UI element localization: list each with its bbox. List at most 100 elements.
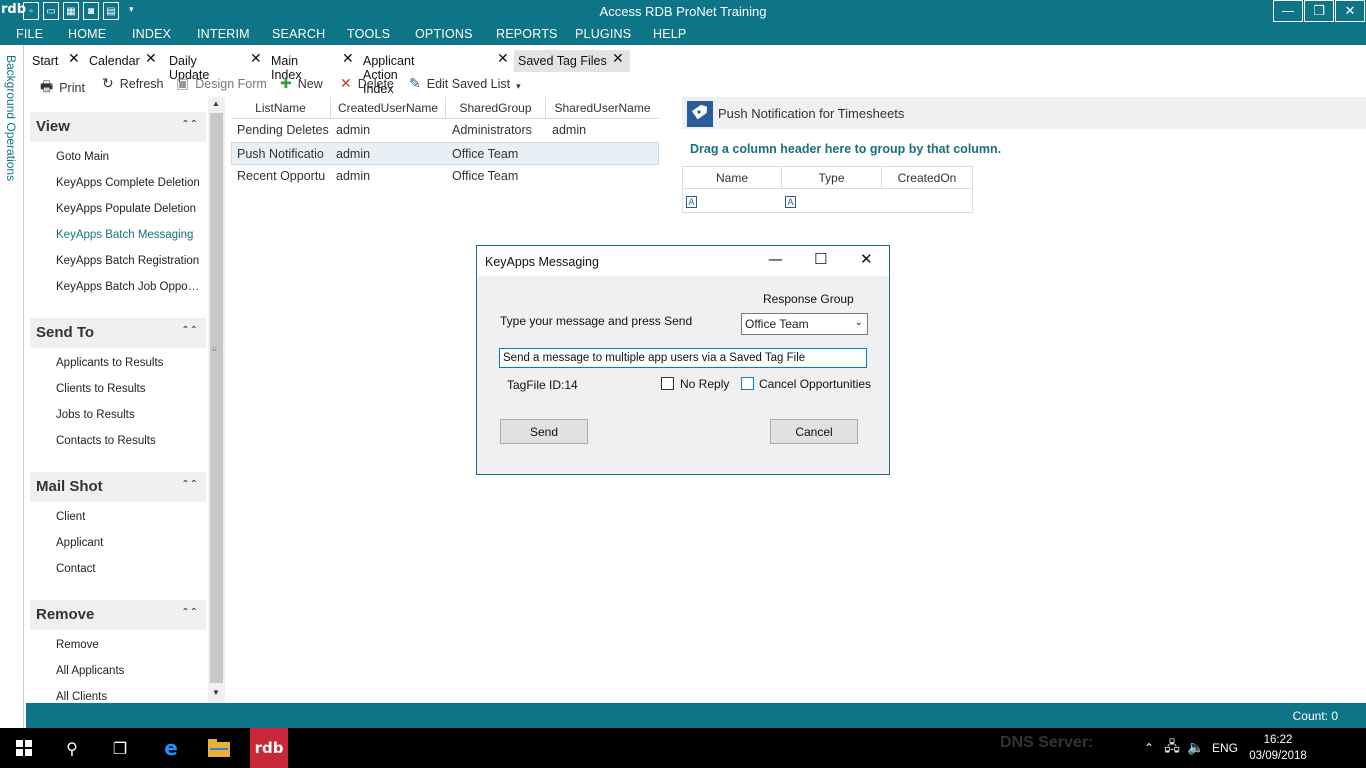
collapse-chevron-icon[interactable]: ⌃⌃	[181, 607, 198, 618]
close-button[interactable]: ✕	[1335, 0, 1365, 22]
table-row-selected[interactable]: Push Notificatio admin Office Team	[231, 142, 659, 165]
filter-icon[interactable]: A	[785, 196, 796, 208]
collapse-chevron-icon[interactable]: ⌃⌃	[181, 325, 198, 336]
minimize-button[interactable]: —	[1273, 0, 1303, 22]
folder-icon[interactable]: ▭	[43, 2, 59, 20]
scroll-down-arrow-icon[interactable]: ▼	[212, 688, 220, 697]
network-icon[interactable]: 🖧	[1160, 736, 1184, 760]
message-input[interactable]	[499, 348, 867, 368]
no-reply-label[interactable]: No Reply	[680, 377, 729, 391]
toolbar-icon-1[interactable]: ▫	[23, 2, 39, 20]
internet-explorer-icon[interactable]: e	[159, 736, 183, 760]
collapse-chevron-icon[interactable]: ⌃⌃	[181, 119, 198, 130]
nav-item-client[interactable]: Client	[56, 511, 202, 523]
menu-file[interactable]: FILE	[16, 27, 43, 41]
menu-index[interactable]: INDEX	[132, 27, 171, 41]
section-mail-shot-header[interactable]: Mail Shot ⌃⌃	[30, 472, 206, 502]
cancel-opportunities-label[interactable]: Cancel Opportunities	[759, 377, 871, 391]
close-tab-icon[interactable]: ✕	[497, 51, 509, 67]
nav-item-all-clients[interactable]: All Clients	[56, 691, 202, 703]
nav-item-applicants-to-results[interactable]: Applicants to Results	[56, 357, 202, 369]
task-view-icon[interactable]: ❐	[108, 736, 132, 760]
navigation-scrollbar[interactable]: ▲ ▼	[208, 97, 225, 703]
table-row[interactable]: Pending Deletes admin Administrators adm…	[231, 119, 659, 142]
nav-item-contact[interactable]: Contact	[56, 563, 202, 575]
tab-applicant-action-index[interactable]: Applicant Action Index	[363, 50, 414, 96]
table-row[interactable]: Recent Opportu admin Office Team	[231, 165, 659, 188]
menu-reports[interactable]: REPORTS	[496, 27, 558, 41]
calendar-icon[interactable]: ▦	[63, 2, 79, 20]
volume-muted-icon[interactable]: 🔈	[1184, 736, 1208, 760]
section-view-header[interactable]: View ⌃⌃	[30, 112, 206, 142]
filter-icon[interactable]: A	[686, 196, 697, 208]
close-tab-icon[interactable]: ✕	[68, 51, 80, 67]
send-button[interactable]: Send	[500, 419, 588, 444]
dialog-maximize-icon[interactable]: ☐	[814, 250, 827, 268]
close-tab-icon[interactable]: ✕	[250, 51, 262, 67]
scroll-up-arrow-icon[interactable]: ▲	[212, 99, 220, 108]
windows-start-icon[interactable]	[12, 736, 36, 760]
tab-start[interactable]: Start	[32, 50, 58, 72]
design-form-button[interactable]: ▣ Design Form	[176, 76, 267, 92]
contact-icon[interactable]: ◙	[83, 2, 99, 20]
background-operations-strip[interactable]: Background Operations	[0, 45, 24, 728]
column-header-type[interactable]: Type	[782, 167, 882, 189]
dialog-close-icon[interactable]: ✕	[860, 250, 873, 268]
nav-item-clients-to-results[interactable]: Clients to Results	[56, 383, 202, 395]
close-tab-icon[interactable]: ✕	[612, 51, 624, 67]
nav-item-jobs-to-results[interactable]: Jobs to Results	[56, 409, 202, 421]
nav-item-keyapps-batch-messaging[interactable]: KeyApps Batch Messaging	[56, 229, 202, 241]
menu-plugins[interactable]: PLUGINS	[575, 27, 631, 41]
restore-button[interactable]: ❐	[1304, 0, 1334, 22]
document-icon[interactable]: ▤	[103, 2, 119, 20]
column-header-createdusername[interactable]: CreatedUserName	[331, 97, 446, 119]
delete-button[interactable]: ✕ Delete	[340, 76, 394, 92]
response-group-select[interactable]: Office Team ⌄	[741, 313, 868, 335]
nav-item-keyapps-complete-deletion[interactable]: KeyApps Complete Deletion	[56, 177, 202, 189]
menu-home[interactable]: HOME	[68, 27, 106, 41]
cancel-opportunities-checkbox[interactable]	[741, 377, 754, 390]
cancel-button[interactable]: Cancel	[770, 419, 858, 444]
refresh-button[interactable]: ↻ Refresh	[102, 76, 164, 92]
column-header-listname[interactable]: ListName	[231, 97, 331, 119]
nav-item-remove[interactable]: Remove	[56, 639, 202, 651]
nav-item-all-applicants[interactable]: All Applicants	[56, 665, 202, 677]
tab-calendar[interactable]: Calendar	[89, 50, 140, 72]
menu-options[interactable]: OPTIONS	[415, 27, 473, 41]
column-header-sharedgroup[interactable]: SharedGroup	[446, 97, 546, 119]
show-hidden-icons-chevron-icon[interactable]: ⌃	[1137, 736, 1161, 760]
column-header-name[interactable]: Name	[683, 167, 782, 189]
tab-daily-update[interactable]: Daily Update	[169, 50, 209, 82]
collapse-chevron-icon[interactable]: ⌃⌃	[181, 479, 198, 490]
group-by-hint[interactable]: Drag a column header here to group by th…	[690, 142, 1001, 156]
search-icon[interactable]: ⚲	[60, 736, 84, 760]
close-tab-icon[interactable]: ✕	[145, 51, 157, 67]
menu-interim[interactable]: INTERIM	[197, 27, 250, 41]
nav-item-keyapps-batch-job-opportunity[interactable]: KeyApps Batch Job Opportunity	[56, 281, 202, 293]
new-button[interactable]: ✚ New	[280, 76, 323, 92]
menu-help[interactable]: HELP	[653, 27, 686, 41]
clock[interactable]: 16:22 03/09/2018	[1246, 732, 1310, 764]
no-reply-checkbox[interactable]	[661, 377, 674, 390]
nav-item-keyapps-populate-deletion[interactable]: KeyApps Populate Deletion	[56, 203, 202, 215]
section-remove-header[interactable]: Remove ⌃⌃	[30, 600, 206, 630]
menu-tools[interactable]: TOOLS	[347, 27, 390, 41]
customize-chevron-icon[interactable]: ▾	[129, 4, 134, 22]
scrollbar-thumb[interactable]	[210, 113, 223, 683]
column-header-createdon[interactable]: CreatedOn	[882, 167, 972, 189]
language-indicator[interactable]: ENG	[1212, 741, 1238, 755]
dialog-minimize-icon[interactable]: —	[768, 250, 783, 268]
nav-item-applicant[interactable]: Applicant	[56, 537, 202, 549]
nav-item-keyapps-batch-registration[interactable]: KeyApps Batch Registration	[56, 255, 202, 267]
menu-search[interactable]: SEARCH	[272, 27, 325, 41]
edit-saved-list-button[interactable]: ✎ Edit Saved List ▾	[409, 76, 521, 92]
close-tab-icon[interactable]: ✕	[342, 51, 354, 67]
rdb-app-icon[interactable]: rdb	[250, 728, 288, 768]
nav-item-goto-main[interactable]: Goto Main	[56, 151, 202, 163]
splitter-grip-icon[interactable]: ≡	[212, 345, 217, 354]
nav-item-contacts-to-results[interactable]: Contacts to Results	[56, 435, 202, 447]
tab-main-index[interactable]: Main Index	[271, 50, 302, 82]
column-header-sharedusername[interactable]: SharedUserName	[546, 97, 659, 119]
section-send-to-header[interactable]: Send To ⌃⌃	[30, 318, 206, 348]
file-explorer-icon[interactable]	[207, 736, 231, 760]
